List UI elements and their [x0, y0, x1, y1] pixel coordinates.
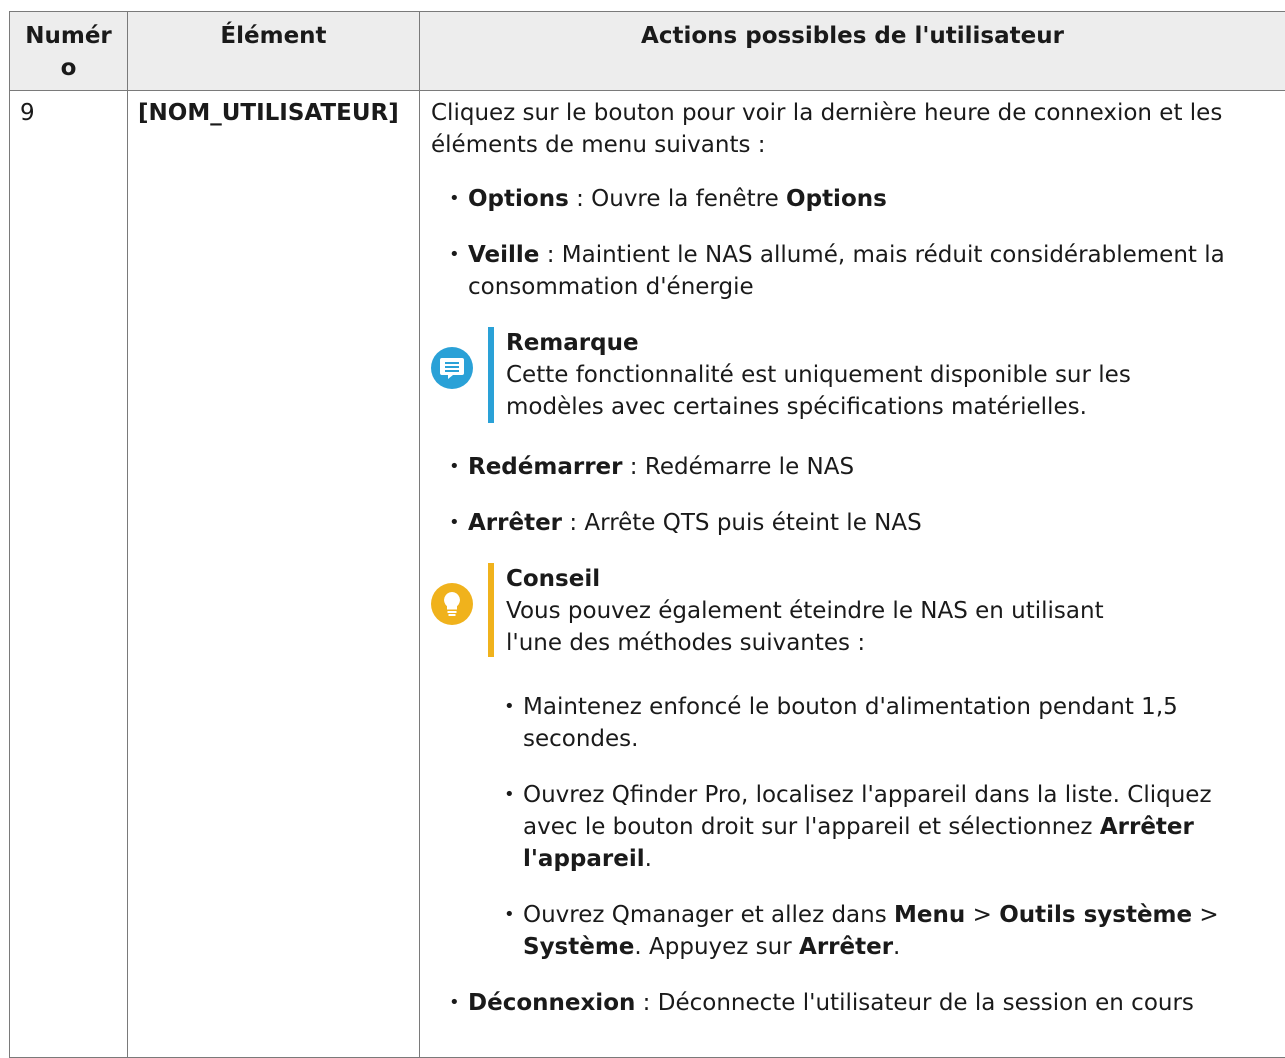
term-redemarrer: Redémarrer — [468, 454, 623, 480]
sep: : — [539, 242, 561, 268]
header-number: Numér o — [10, 12, 128, 91]
list-item-deconnexion: Déconnexion : Déconnecte l'utilisateur d… — [431, 987, 1265, 1019]
method-3-system: Système — [523, 934, 634, 960]
tip-bar — [488, 563, 494, 657]
tip-text: Vous pouvez également éteindre le NAS en… — [506, 595, 1146, 659]
header-row: Numér o Élément Actions possibles de l'u… — [10, 12, 1285, 91]
row-actions: Cliquez sur le bouton pour voir la derni… — [420, 91, 1285, 1058]
desc-deconnexion: Déconnecte l'utilisateur de la session e… — [658, 990, 1194, 1016]
method-3-sep: > — [965, 902, 999, 928]
method-3-sep: > — [1192, 902, 1219, 928]
sep: : — [635, 990, 657, 1016]
list-item-arreter: Arrêter : Arrête QTS puis éteint le NAS — [431, 507, 1265, 539]
sep: : — [569, 186, 591, 212]
term-options: Options — [468, 186, 569, 212]
note-bar — [488, 327, 494, 423]
list-item-redemarrer: Redémarrer : Redémarre le NAS — [431, 451, 1265, 483]
method-3-shutdown: Arrêter — [799, 934, 893, 960]
menu-item-list: Options : Ouvre la fenêtre Options Veill… — [431, 183, 1265, 303]
method-3-text-2: . Appuyez sur — [634, 934, 799, 960]
desc-options-bold: Options — [786, 186, 887, 212]
sep: : — [623, 454, 645, 480]
tip-body: Conseil Vous pouvez également éteindre l… — [506, 563, 1146, 659]
term-arreter: Arrêter — [468, 510, 562, 536]
method-item: Maintenez enfoncé le bouton d'alimentati… — [486, 691, 1265, 755]
desc-options: Ouvre la fenêtre — [591, 186, 786, 212]
list-item-options: Options : Ouvre la fenêtre Options — [431, 183, 1265, 215]
row-element: [NOM_UTILISATEUR] — [128, 91, 420, 1058]
term-deconnexion: Déconnexion — [468, 990, 635, 1016]
note-body: Remarque Cette fonctionnalité est unique… — [506, 327, 1146, 423]
method-3-tools: Outils système — [999, 902, 1192, 928]
method-3-text: Ouvrez Qmanager et allez dans — [523, 902, 894, 928]
desc-redemarrer: Redémarre le NAS — [645, 454, 854, 480]
header-actions: Actions possibles de l'utilisateur — [420, 12, 1285, 91]
term-veille: Veille — [468, 242, 539, 268]
row-number: 9 — [10, 91, 128, 1058]
header-element: Élément — [128, 12, 420, 91]
method-3-menu: Menu — [894, 902, 965, 928]
lightbulb-icon — [431, 583, 473, 625]
sep: : — [562, 510, 584, 536]
list-item-veille: Veille : Maintient le NAS allumé, mais r… — [431, 239, 1265, 303]
actions-intro: Cliquez sur le bouton pour voir la derni… — [431, 97, 1265, 161]
shutdown-methods-list: Maintenez enfoncé le bouton d'alimentati… — [431, 691, 1265, 963]
method-3-end: . — [893, 934, 900, 960]
desc-arreter: Arrête QTS puis éteint le NAS — [584, 510, 921, 536]
feature-table: Numér o Élément Actions possibles de l'u… — [9, 11, 1285, 1058]
tip-callout: Conseil Vous pouvez également éteindre l… — [431, 563, 1265, 657]
note-icon — [431, 347, 473, 389]
method-item: Ouvrez Qmanager et allez dans Menu > Out… — [486, 899, 1265, 963]
method-2-end: . — [645, 846, 652, 872]
menu-item-list-2: Redémarrer : Redémarre le NAS Arrêter : … — [431, 451, 1265, 539]
method-1-text: Maintenez enfoncé le bouton d'alimentati… — [523, 694, 1178, 752]
desc-veille: Maintient le NAS allumé, mais réduit con… — [468, 242, 1225, 300]
menu-item-list-3: Déconnexion : Déconnecte l'utilisateur d… — [431, 987, 1265, 1019]
table-row: 9 [NOM_UTILISATEUR] Cliquez sur le bouto… — [10, 91, 1285, 1058]
tip-title: Conseil — [506, 563, 1146, 595]
note-title: Remarque — [506, 327, 1146, 359]
method-item: Ouvrez Qfinder Pro, localisez l'appareil… — [486, 779, 1265, 875]
note-callout: Remarque Cette fonctionnalité est unique… — [431, 327, 1265, 423]
note-text: Cette fonctionnalité est uniquement disp… — [506, 359, 1146, 423]
